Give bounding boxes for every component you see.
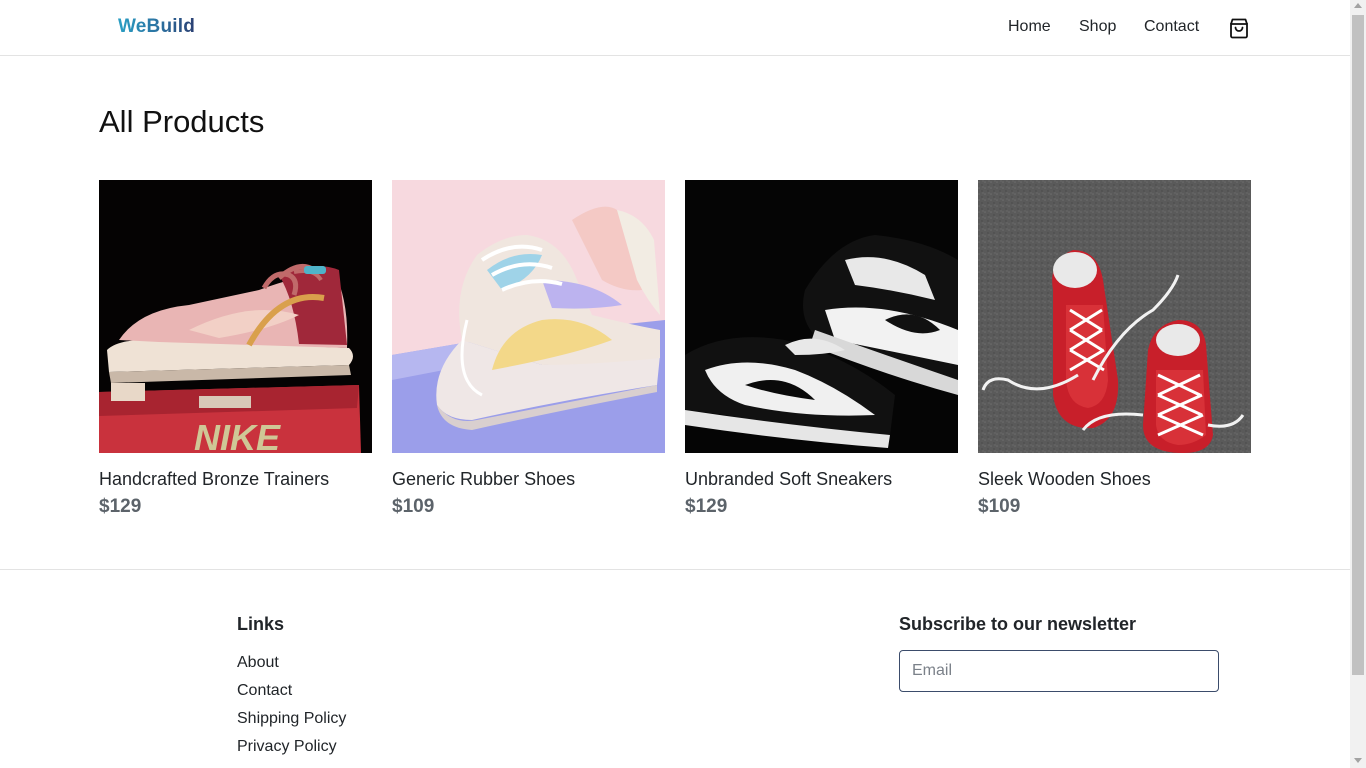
product-card[interactable]: Generic Rubber Shoes $109 bbox=[392, 180, 665, 517]
product-image[interactable] bbox=[392, 180, 665, 453]
product-price: $109 bbox=[392, 496, 435, 517]
footer-link-privacy-policy[interactable]: Privacy Policy bbox=[237, 738, 337, 756]
newsletter-email-input[interactable] bbox=[899, 650, 1219, 692]
product-card[interactable]: Unbranded Soft Sneakers $129 bbox=[685, 180, 958, 517]
page-title: All Products bbox=[99, 104, 265, 139]
product-image[interactable] bbox=[685, 180, 958, 453]
nav-shop[interactable]: Shop bbox=[1079, 18, 1116, 36]
product-name[interactable]: Generic Rubber Shoes bbox=[392, 469, 575, 490]
product-name[interactable]: Handcrafted Bronze Trainers bbox=[99, 469, 329, 490]
footer-link-shipping-policy[interactable]: Shipping Policy bbox=[237, 710, 346, 728]
footer-link-about[interactable]: About bbox=[237, 654, 279, 672]
product-card[interactable]: Sleek Wooden Shoes $109 bbox=[978, 180, 1251, 517]
nav-home[interactable]: Home bbox=[1008, 18, 1051, 36]
site-header: WeBuild Home Shop Contact bbox=[0, 0, 1350, 56]
site-logo[interactable]: WeBuild bbox=[118, 16, 195, 38]
product-name[interactable]: Unbranded Soft Sneakers bbox=[685, 469, 892, 490]
newsletter-heading: Subscribe to our newsletter bbox=[899, 614, 1137, 634]
product-image[interactable] bbox=[978, 180, 1251, 453]
product-price: $129 bbox=[685, 496, 728, 517]
product-image[interactable]: NIKE bbox=[99, 180, 372, 453]
svg-text:NIKE: NIKE bbox=[194, 417, 281, 453]
footer-link-contact[interactable]: Contact bbox=[237, 682, 292, 700]
nav-contact[interactable]: Contact bbox=[1144, 18, 1199, 36]
scrollbar-thumb[interactable] bbox=[1352, 15, 1364, 675]
shopping-bag-icon[interactable] bbox=[1228, 17, 1250, 39]
scroll-up-arrow-icon[interactable] bbox=[1354, 3, 1362, 8]
product-name[interactable]: Sleek Wooden Shoes bbox=[978, 469, 1151, 490]
product-price: $129 bbox=[99, 496, 142, 517]
scroll-down-arrow-icon[interactable] bbox=[1354, 758, 1362, 763]
product-card[interactable]: NIKE Handcrafted Bronze Trainers $129 bbox=[99, 180, 372, 517]
product-price: $109 bbox=[978, 496, 1021, 517]
footer-links-heading: Links bbox=[237, 614, 285, 634]
footer-divider bbox=[0, 569, 1350, 570]
